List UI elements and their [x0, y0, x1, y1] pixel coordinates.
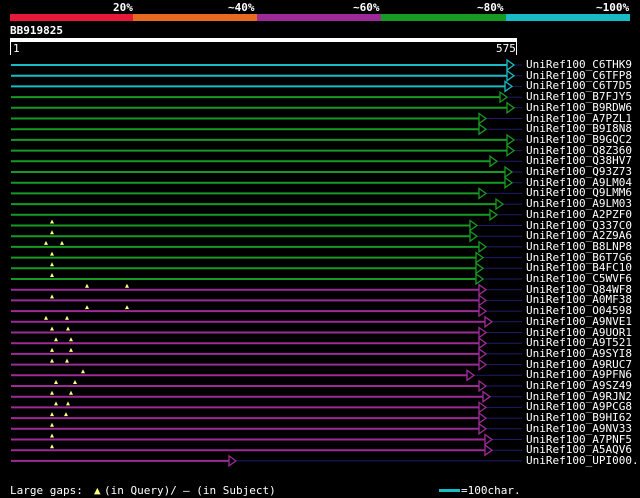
hit-arrow-icon: [478, 112, 488, 125]
hit-arrow-icon: [478, 336, 488, 350]
footer-gaps-query: (in Query)/: [104, 484, 177, 497]
gap-marker-icon: [50, 326, 54, 331]
hit-arrow-icon: [506, 144, 516, 157]
gap-marker-icon: [50, 294, 54, 299]
gap-marker-icon: [44, 240, 48, 245]
hit-arrow-icon: [484, 315, 494, 329]
gap-marker-icon: [50, 262, 54, 267]
hit-arrow-icon: [478, 347, 488, 361]
gap-marker-icon: [50, 358, 54, 363]
hit-arrow-icon: [506, 58, 516, 72]
gap-marker-icon: [50, 251, 54, 256]
gap-marker-icon: [125, 283, 129, 288]
hit-arrow-icon: [499, 90, 509, 104]
hit-label[interactable]: UniRef100_UPI000...: [526, 455, 640, 466]
gap-marker-icon: [125, 305, 129, 310]
hit-arrow-icon: [506, 101, 516, 115]
hit-arrow-icon: [506, 133, 516, 147]
gap-triangle-icon: ▲: [94, 484, 101, 497]
hit-arrow-icon: [478, 283, 488, 296]
gap-marker-icon: [54, 401, 58, 406]
hit-arrow-icon: [478, 122, 488, 136]
scale-bar: [439, 489, 460, 492]
hit-arrow-icon: [475, 262, 485, 275]
hit-arrow-icon: [484, 433, 494, 446]
hit-arrow-icon: [504, 176, 514, 189]
gap-marker-icon: [44, 315, 48, 320]
gap-marker-icon: [54, 337, 58, 342]
hit-arrow-icon: [228, 454, 238, 468]
gap-marker-icon: [50, 230, 54, 235]
hit-arrow-icon: [478, 304, 488, 318]
hit-arrow-icon: [478, 411, 488, 425]
gap-marker-icon: [60, 240, 64, 245]
gap-marker-icon: [50, 347, 54, 352]
footer-gaps-prefix: Large gaps:: [10, 484, 83, 497]
hit-arrow-icon: [506, 69, 516, 82]
footer-gaps-subject: — (in Subject): [183, 484, 276, 497]
gap-marker-icon: [65, 358, 69, 363]
hit-arrow-icon: [484, 443, 494, 457]
gap-marker-icon: [69, 347, 73, 352]
hit-arrow-icon: [478, 401, 488, 414]
hit-arrow-icon: [489, 208, 499, 222]
hit-arrow-icon: [495, 197, 505, 211]
gap-marker-icon: [50, 219, 54, 224]
gap-marker-icon: [54, 380, 58, 384]
hit-arrow-icon: [504, 80, 514, 93]
hit-arrow-icon: [466, 369, 476, 382]
hit-arrow-icon: [469, 219, 479, 232]
gap-marker-icon: [73, 380, 77, 384]
gap-marker-icon: [66, 326, 70, 331]
hit-arrow-icon: [478, 422, 488, 436]
hit-arrow-icon: [504, 165, 514, 179]
gap-marker-icon: [50, 444, 54, 449]
hit-arrow-icon: [475, 272, 485, 286]
gap-marker-icon: [85, 305, 89, 310]
gap-marker-icon: [65, 315, 69, 320]
gap-marker-icon: [69, 337, 73, 342]
hit-arrow-icon: [482, 390, 492, 403]
gap-marker-icon: [50, 273, 54, 277]
hit-arrow-icon: [478, 358, 488, 371]
gap-marker-icon: [50, 433, 54, 438]
hit-arrow-icon: [478, 187, 488, 200]
hit-arrow-icon: [478, 326, 488, 339]
gap-marker-icon: [50, 390, 54, 395]
hit-arrow-icon: [469, 229, 479, 243]
gap-marker-icon: [81, 369, 85, 374]
footer-scale-text: =100char.: [461, 484, 521, 497]
gap-marker-icon: [66, 401, 70, 406]
gap-marker-icon: [50, 422, 54, 427]
gap-marker-icon: [85, 283, 89, 288]
hit-arrow-icon: [489, 155, 499, 168]
gap-marker-icon: [69, 390, 73, 395]
hit-arrow-icon: [478, 379, 488, 393]
hit-arrow-icon: [478, 240, 488, 254]
hit-arrow-icon: [475, 251, 485, 264]
gap-marker-icon: [50, 412, 54, 417]
hit-arrow-icon: [478, 294, 488, 307]
gap-marker-icon: [64, 412, 68, 417]
